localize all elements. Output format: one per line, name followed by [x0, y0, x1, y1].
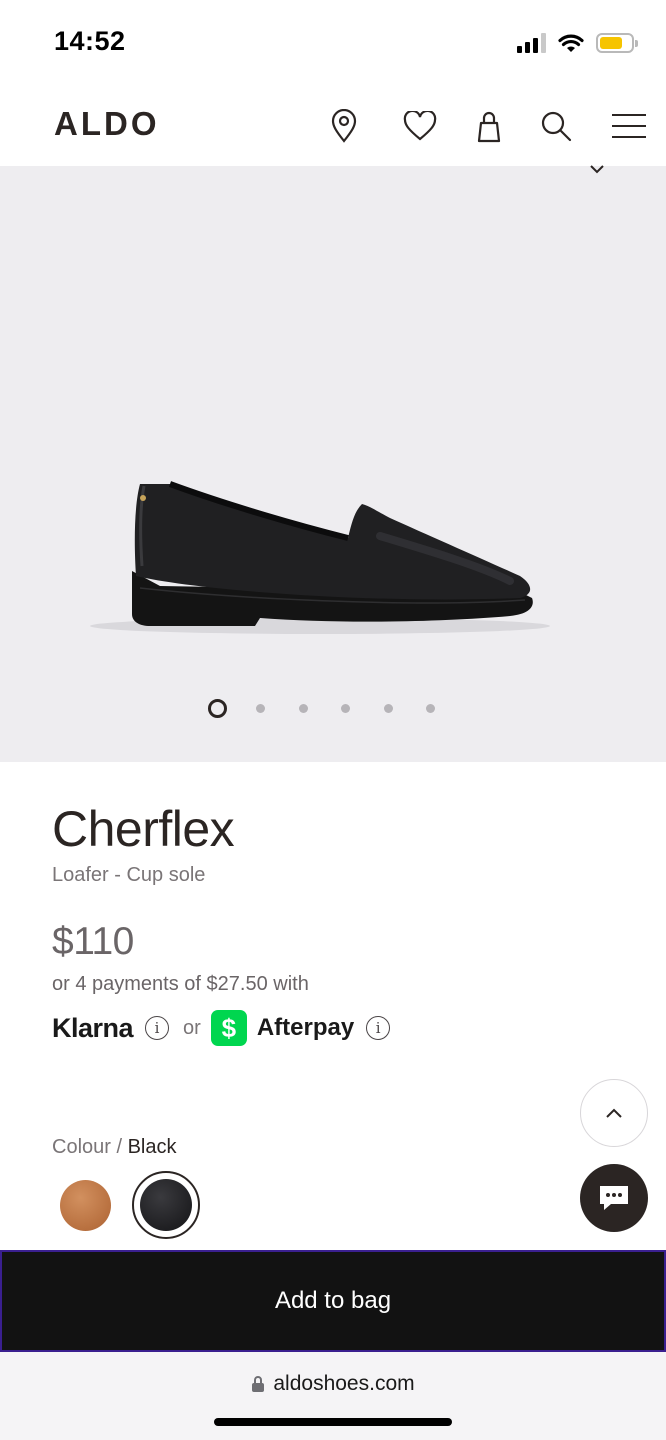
menu-hamburger-icon[interactable]	[607, 104, 651, 148]
gallery-dot-3[interactable]	[299, 704, 308, 713]
klarna-logo[interactable]: Klarna	[52, 1013, 134, 1044]
colour-swatch-tan[interactable]	[60, 1180, 111, 1231]
gallery-dot-6[interactable]	[426, 704, 435, 713]
installments-text: or 4 payments of $27.50 with	[52, 973, 309, 995]
scroll-to-top-button[interactable]	[580, 1079, 648, 1147]
colour-label: Colour / Black	[52, 1136, 177, 1159]
klarna-info-icon[interactable]: i	[145, 1016, 170, 1040]
logo-text: ALDO	[54, 105, 160, 140]
chevron-up-icon	[606, 1108, 622, 1118]
shopping-bag-icon[interactable]	[467, 104, 511, 148]
browser-url-bar[interactable]: aldoshoes.com	[0, 1352, 666, 1440]
chat-bubble-icon	[600, 1186, 628, 1210]
gallery-dot-5[interactable]	[384, 704, 393, 713]
gallery-dot-4[interactable]	[341, 704, 350, 713]
wishlist-heart-icon[interactable]	[398, 104, 442, 148]
afterpay-info-icon[interactable]: i	[366, 1016, 391, 1040]
product-image-gallery[interactable]	[0, 165, 666, 762]
bnpl-options: Klarna i or $ Afterpay i	[52, 1010, 391, 1046]
chat-button[interactable]	[580, 1164, 648, 1232]
gallery-pagination	[0, 699, 666, 719]
battery-icon	[596, 33, 638, 53]
search-icon[interactable]	[534, 104, 578, 148]
gallery-dot-2[interactable]	[256, 704, 265, 713]
colour-swatch-black[interactable]	[140, 1179, 192, 1231]
status-bar: 14:52	[0, 0, 666, 86]
site-header: ALDO	[0, 86, 666, 166]
product-subtitle: Loafer - Cup sole	[52, 864, 206, 886]
or-text: or	[183, 1016, 201, 1039]
url-display[interactable]: aldoshoes.com	[0, 1372, 666, 1396]
product-image-loafer	[90, 481, 550, 634]
gallery-dot-1[interactable]	[208, 699, 227, 718]
chevron-down-icon[interactable]	[588, 162, 606, 174]
product-name: Cherflex	[52, 801, 235, 857]
status-icons	[517, 30, 638, 56]
product-price: $110	[52, 920, 134, 963]
colour-separator: /	[110, 1136, 128, 1158]
colour-label-text: Colour	[52, 1136, 111, 1158]
colour-selected: Black	[127, 1136, 177, 1158]
cashapp-icon: $	[210, 1010, 247, 1046]
url-text: aldoshoes.com	[273, 1372, 415, 1395]
add-to-bag-button[interactable]: Add to bag	[0, 1250, 666, 1352]
status-time: 14:52	[54, 26, 126, 56]
lock-icon	[252, 1376, 265, 1392]
afterpay-logo[interactable]: Afterpay	[257, 1014, 354, 1042]
wifi-icon	[558, 34, 584, 52]
cellular-signal-icon	[517, 33, 546, 53]
aldo-logo[interactable]: ALDO	[54, 104, 184, 145]
home-indicator[interactable]	[214, 1418, 452, 1426]
store-locator-icon[interactable]	[322, 104, 366, 148]
